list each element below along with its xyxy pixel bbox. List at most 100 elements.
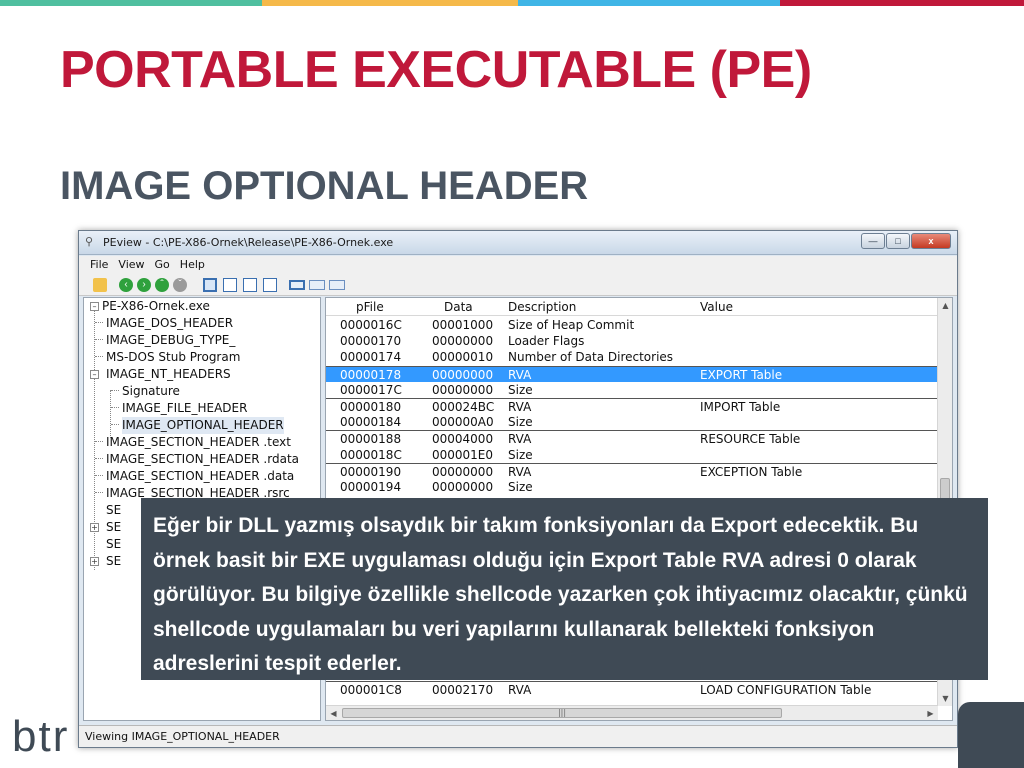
layout-narrow-icon[interactable] (329, 280, 345, 290)
table-row[interactable]: 00000184 000000A0 Size (326, 414, 938, 430)
cell-value: RESOURCE Table (700, 432, 801, 447)
layout-medium-icon[interactable] (309, 280, 325, 290)
close-icon[interactable]: x (911, 233, 951, 249)
cell-description: RVA (508, 683, 532, 698)
up-arrow-icon[interactable]: ˆ (155, 278, 169, 292)
table-row[interactable]: 0000018C 000001E0 Size (326, 447, 938, 463)
cell-value: EXPORT Table (700, 367, 783, 382)
cell-description: RVA (508, 400, 532, 414)
cell-pfile: 0000017C (340, 382, 402, 397)
tree-item-dos-header[interactable]: IMAGE_DOS_HEADER (106, 315, 233, 332)
view-dword-icon[interactable] (263, 278, 277, 292)
cell-description: Size (508, 480, 533, 494)
tree-connector (95, 492, 103, 493)
table-row[interactable]: 00000174 00000010 Number of Data Directori… (326, 349, 938, 365)
table-row[interactable]: 000001C8 00002170 RVA LOAD CONFIGURATION Ta… (326, 681, 938, 697)
table-row[interactable]: 00000194 00000000 Size (326, 479, 938, 495)
cell-pfile: 00000188 (340, 432, 402, 447)
cell-data: 00000000 (432, 382, 494, 397)
tree-connector (95, 441, 103, 442)
scroll-left-icon[interactable]: ◀ (326, 706, 341, 720)
scroll-thumb[interactable]: ||| (342, 708, 782, 718)
cell-pfile: 00000180 (340, 400, 402, 414)
tree-connector (111, 390, 119, 391)
view-byte-icon[interactable] (223, 278, 237, 292)
tree-connector (95, 339, 103, 340)
cell-pfile: 0000016C (340, 318, 402, 332)
forward-arrow-icon[interactable]: › (137, 278, 151, 292)
tree-item-nt-headers[interactable]: IMAGE_NT_HEADERS (106, 366, 231, 383)
table-row[interactable]: 00000180 000024BC RVA IMPORT Table (326, 398, 938, 414)
cell-data: 00004000 (432, 432, 494, 447)
down-arrow-icon[interactable]: ˇ (173, 278, 187, 292)
cell-description: Size (508, 382, 533, 397)
view-word-icon[interactable] (243, 278, 257, 292)
table-row[interactable]: 0000017C 00000000 Size (326, 382, 938, 398)
tree-connector (95, 322, 103, 323)
status-bar: Viewing IMAGE_OPTIONAL_HEADER (79, 725, 957, 747)
column-header-data[interactable]: Data (444, 300, 473, 314)
callout-text: Eğer bir DLL yazmış olsaydık bir takım f… (153, 514, 968, 675)
slide-title: PORTABLE EXECUTABLE (PE) (60, 41, 812, 99)
collapse-icon[interactable]: – (90, 370, 99, 379)
tree-item-section-text[interactable]: IMAGE_SECTION_HEADER .text (106, 434, 291, 451)
stripe-segment-blue (518, 0, 780, 6)
cell-description: Size of Heap Commit (508, 318, 635, 332)
logo: btr (12, 712, 70, 761)
table-row[interactable]: 00000190 00000000 RVA EXCEPTION Table (326, 462, 938, 479)
cell-pfile: 000001C8 (340, 683, 402, 698)
window-titlebar[interactable]: ⚲ PEview - C:\PE-X86-Ornek\Release\PE-X8… (79, 231, 957, 255)
tree-item-section-rdata[interactable]: IMAGE_SECTION_HEADER .rdata (106, 451, 299, 468)
open-folder-icon[interactable] (93, 278, 107, 292)
explanation-callout: Eğer bir DLL yazmış olsaydık bir takım f… (141, 498, 988, 680)
cell-pfile: 00000184 (340, 415, 402, 430)
menu-go[interactable]: Go (150, 256, 175, 273)
cell-data: 00002170 (432, 683, 494, 698)
layout-wide-icon[interactable] (289, 280, 305, 290)
cell-data: 000024BC (432, 400, 495, 414)
stripe-segment-red (780, 0, 1024, 6)
tree-item-section-data[interactable]: IMAGE_SECTION_HEADER .data (106, 468, 294, 485)
column-header-description[interactable]: Description (508, 300, 576, 314)
cell-pfile: 0000018C (340, 447, 402, 462)
tree-item-section[interactable]: SE (106, 519, 121, 536)
tree-item-file-header[interactable]: IMAGE_FILE_HEADER (122, 400, 247, 417)
collapse-icon[interactable]: – (90, 302, 99, 311)
tree-item-section[interactable]: SE (106, 536, 121, 553)
view-hex-icon[interactable] (203, 278, 217, 292)
menu-view[interactable]: View (113, 256, 149, 273)
cell-value: EXCEPTION Table (700, 464, 803, 479)
tree-item-root[interactable]: PE-X86-Ornek.exe (102, 298, 210, 315)
table-row[interactable]: 00000178 00000000 RVA EXPORT Table (326, 365, 938, 382)
tree-item-optional-header[interactable]: IMAGE_OPTIONAL_HEADER (122, 417, 284, 434)
cell-pfile: 00000194 (340, 480, 402, 494)
cell-description: Size (508, 415, 533, 430)
menu-file[interactable]: File (85, 256, 113, 273)
scroll-down-icon[interactable]: ▼ (938, 691, 952, 706)
minimize-icon[interactable]: — (861, 233, 885, 249)
column-header-value[interactable]: Value (700, 300, 733, 314)
table-row[interactable]: 00000170 00000000 Loader Flags (326, 333, 938, 349)
scroll-right-icon[interactable]: ▶ (923, 706, 938, 720)
tree-item-section[interactable]: SE (106, 502, 121, 519)
tree-item-section[interactable]: SE (106, 553, 121, 570)
column-header-pfile[interactable]: pFile (356, 300, 384, 314)
cell-data: 000001E0 (432, 447, 494, 462)
scroll-up-icon[interactable]: ▲ (938, 298, 952, 313)
tree-item-dos-stub[interactable]: MS-DOS Stub Program (106, 349, 240, 366)
cell-data: 00000000 (432, 464, 494, 479)
expand-icon[interactable]: + (90, 523, 99, 532)
menu-help[interactable]: Help (175, 256, 210, 273)
maximize-icon[interactable]: □ (886, 233, 910, 249)
back-arrow-icon[interactable]: ‹ (119, 278, 133, 292)
table-row[interactable]: 00000188 00004000 RVA RESOURCE Table (326, 430, 938, 446)
horizontal-scrollbar[interactable]: ◀ ||| ▶ (326, 705, 938, 720)
top-color-stripe (0, 0, 1024, 6)
tree-item-debug-type[interactable]: IMAGE_DEBUG_TYPE_ (106, 332, 235, 349)
expand-icon[interactable]: + (90, 557, 99, 566)
window-title: PEview - C:\PE-X86-Ornek\Release\PE-X86-… (103, 236, 394, 249)
cell-description: Number of Data Directories (508, 350, 674, 365)
tree-item-signature[interactable]: Signature (122, 383, 180, 400)
cell-data: 000000A0 (432, 415, 494, 430)
table-row[interactable]: 0000016C 00001000 Size of Heap Commit (326, 317, 938, 333)
